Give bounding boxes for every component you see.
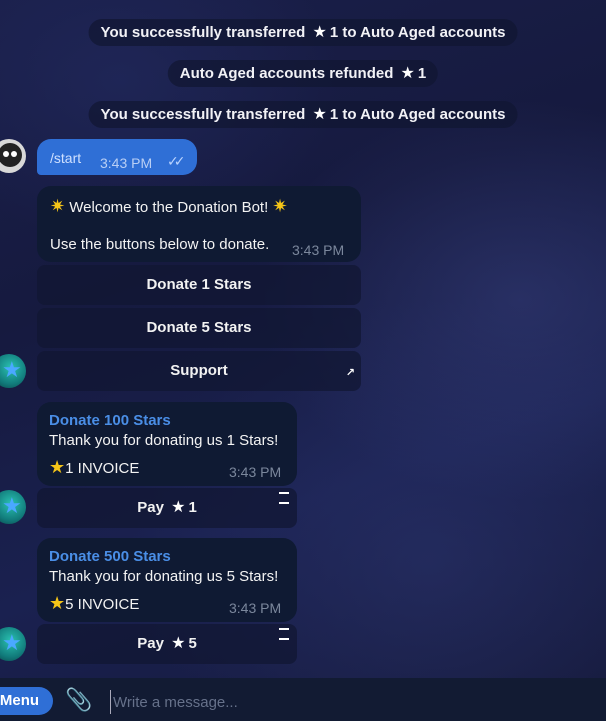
welcome-title: Welcome to the Donation Bot! <box>69 199 269 216</box>
service-text: Auto Aged accounts refunded <box>179 65 394 82</box>
invoice-description: Thank you for donating us 1 Stars! <box>49 432 279 449</box>
user-avatar[interactable] <box>0 139 26 173</box>
star-icon: ★ <box>2 630 22 655</box>
command-text[interactable]: /start <box>50 150 81 166</box>
star-icon: ★ <box>2 357 22 382</box>
star-icon: ★ <box>49 593 66 613</box>
bot-avatar[interactable]: ★ <box>0 627 26 661</box>
star-icon: ★ <box>312 106 327 123</box>
message-time: 3:43 PM <box>100 155 153 171</box>
outgoing-message[interactable]: /start 3:43 PM ✓✓ <box>37 139 197 175</box>
pay-amount: 5 <box>188 635 197 652</box>
external-link-arrow-icon: ↗ <box>345 367 355 379</box>
support-label: Support <box>170 362 228 379</box>
pay-label: Pay <box>137 499 164 516</box>
card-icon <box>279 628 289 640</box>
service-text: You successfully transferred <box>100 24 306 41</box>
sparkle-emoji-icon: ✷ <box>50 196 66 216</box>
service-text: to Auto Aged accounts <box>342 24 506 41</box>
star-icon: ★ <box>49 457 66 477</box>
sparkle-emoji-icon: ✷ <box>272 196 288 216</box>
service-text: to Auto Aged accounts <box>342 106 506 123</box>
invoice-message: Donate 500 Stars Thank you for donating … <box>37 538 297 622</box>
pay-button[interactable]: Pay ★ 1 <box>37 488 297 528</box>
support-button[interactable]: Support ↗ <box>37 351 361 391</box>
invoice-amount-label: 1 INVOICE <box>65 460 140 477</box>
invoice-description: Thank you for donating us 5 Stars! <box>49 568 279 585</box>
invoice-amount: ★1 INVOICE <box>49 457 139 478</box>
star-amount: 1 <box>329 24 339 41</box>
welcome-instruction: Use the buttons below to donate. <box>50 236 270 253</box>
service-message: You successfully transferred ★ 1 to Auto … <box>88 19 518 46</box>
menu-button[interactable]: Menu <box>0 687 53 715</box>
invoice-title[interactable]: Donate 100 Stars <box>49 412 171 429</box>
star-icon: ★ <box>400 65 415 82</box>
invoice-message: Donate 100 Stars Thank you for donating … <box>37 402 297 486</box>
star-icon: ★ <box>2 493 22 518</box>
donate-5-stars-button[interactable]: Donate 5 Stars <box>37 308 361 348</box>
pay-button[interactable]: Pay ★ 5 <box>37 624 297 664</box>
invoice-title[interactable]: Donate 500 Stars <box>49 548 171 565</box>
service-message: Auto Aged accounts refunded ★ 1 <box>167 60 439 87</box>
welcome-message: ✷ Welcome to the Donation Bot! ✷ Use the… <box>37 186 361 262</box>
star-icon: ★ <box>171 635 186 652</box>
message-time: 3:43 PM <box>229 600 282 616</box>
bot-avatar[interactable]: ★ <box>0 354 26 388</box>
star-icon: ★ <box>312 24 327 41</box>
double-check-icon: ✓✓ <box>167 153 186 169</box>
message-composer: Menu 📎 <box>0 678 606 721</box>
message-time: 3:43 PM <box>229 464 282 480</box>
star-amount: 1 <box>329 106 339 123</box>
donate-1-stars-button[interactable]: Donate 1 Stars <box>37 265 361 305</box>
service-text: You successfully transferred <box>100 106 306 123</box>
card-icon <box>279 492 289 504</box>
invoice-amount: ★5 INVOICE <box>49 593 139 614</box>
invoice-amount-label: 5 INVOICE <box>65 596 140 613</box>
bot-avatar[interactable]: ★ <box>0 490 26 524</box>
pay-label: Pay <box>137 635 164 652</box>
message-input[interactable] <box>110 690 585 714</box>
message-time: 3:43 PM <box>292 242 345 258</box>
service-message: You successfully transferred ★ 1 to Auto … <box>88 101 518 128</box>
star-icon: ★ <box>171 499 186 516</box>
paperclip-icon[interactable]: 📎 <box>65 687 92 713</box>
pay-amount: 1 <box>188 499 197 516</box>
welcome-line: ✷ Welcome to the Donation Bot! ✷ <box>50 196 288 217</box>
star-amount: 1 <box>417 65 427 82</box>
